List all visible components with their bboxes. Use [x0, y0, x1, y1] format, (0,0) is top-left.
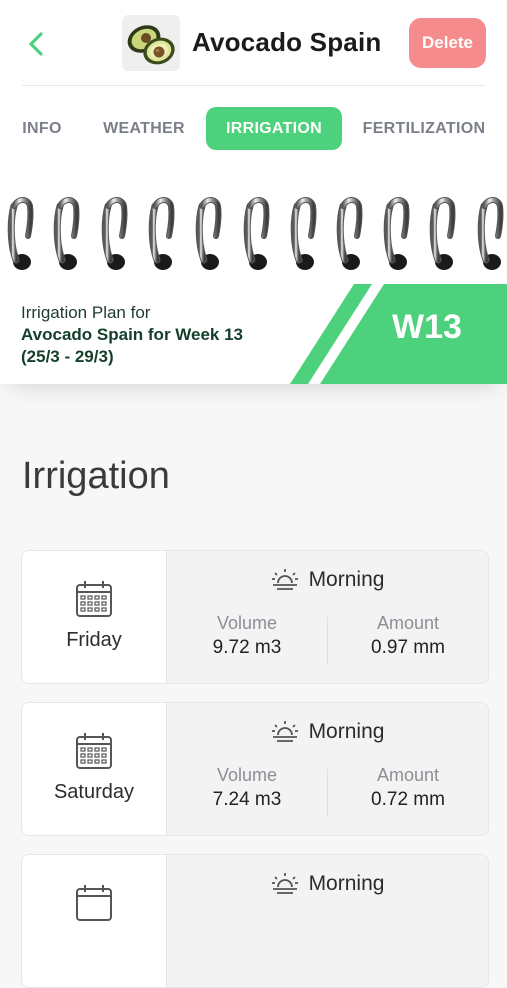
tab-fertilization[interactable]: FERTILIZATION: [356, 107, 492, 150]
sunrise-icon: [271, 569, 298, 590]
entry-details: Morning: [167, 855, 488, 987]
plan-crop-week: Avocado Spain for Week 13: [21, 325, 244, 344]
page-title: Avocado Spain: [192, 27, 382, 57]
period-label: Morning: [308, 720, 385, 743]
tab-irrigation[interactable]: IRRIGATION: [206, 107, 342, 150]
entry-day: [22, 855, 167, 987]
section-title: Irrigation: [22, 455, 170, 497]
entry-details: Morning Volume 7.24 m3 Amount 0.72 mm: [167, 703, 488, 835]
amount-value: 0.72 mm: [371, 789, 445, 810]
irrigation-entry[interactable]: Saturday Morning Volume 7.24 m3 Amount 0…: [21, 702, 489, 836]
calendar-icon: [76, 733, 112, 769]
volume-value: 7.24 m3: [212, 789, 282, 810]
calendar-icon: [76, 885, 112, 921]
period: Morning: [167, 871, 488, 897]
entry-day: Friday: [22, 551, 167, 683]
volume-label: Volume: [216, 765, 278, 785]
day-name: Saturday: [53, 781, 135, 803]
period-label: Morning: [308, 872, 385, 895]
entry-day: Saturday: [22, 703, 167, 835]
tab-bar: INFO WEATHER IRRIGATION FERTILIZATION: [0, 86, 507, 173]
avocado-image: [122, 15, 180, 71]
spiral-binding-icon: [7, 192, 507, 272]
volume-column: Volume 7.24 m3: [167, 765, 327, 811]
entry-details: Morning Volume 9.72 m3 Amount 0.97 mm: [167, 551, 488, 683]
tab-weather[interactable]: WEATHER: [96, 107, 192, 150]
week-number: W13: [392, 308, 462, 346]
irrigation-entry[interactable]: Morning: [21, 854, 489, 988]
amount-column: Amount 0.97 mm: [328, 613, 488, 659]
plan-date-range: (25/3 - 29/3): [21, 347, 114, 366]
delete-button[interactable]: Delete: [409, 18, 486, 68]
amount-label: Amount: [376, 765, 440, 785]
amount-column: Amount 0.72 mm: [328, 765, 488, 811]
volume-value: 9.72 m3: [212, 637, 282, 658]
sunrise-icon: [271, 721, 298, 742]
period: Morning: [167, 719, 488, 745]
amount-value: 0.97 mm: [371, 637, 445, 658]
volume-column: Volume 9.72 m3: [167, 613, 327, 659]
back-button[interactable]: [22, 28, 50, 60]
period-label: Morning: [308, 568, 385, 591]
volume-label: Volume: [216, 613, 278, 633]
period: Morning: [167, 567, 488, 593]
app-header: Avocado Spain Delete: [0, 0, 507, 86]
chevron-left-icon: [29, 32, 43, 56]
day-name: Friday: [66, 629, 122, 651]
plan-description: Irrigation Plan for Avocado Spain for We…: [21, 302, 311, 368]
irrigation-entry[interactable]: Friday Morning Volume 9.72 m3 Amount 0.9…: [21, 550, 489, 684]
plan-heading: Irrigation Plan for: [21, 303, 151, 322]
calendar-icon: [76, 581, 112, 617]
tab-info[interactable]: INFO: [16, 107, 68, 150]
sunrise-icon: [271, 873, 298, 894]
amount-label: Amount: [376, 613, 440, 633]
